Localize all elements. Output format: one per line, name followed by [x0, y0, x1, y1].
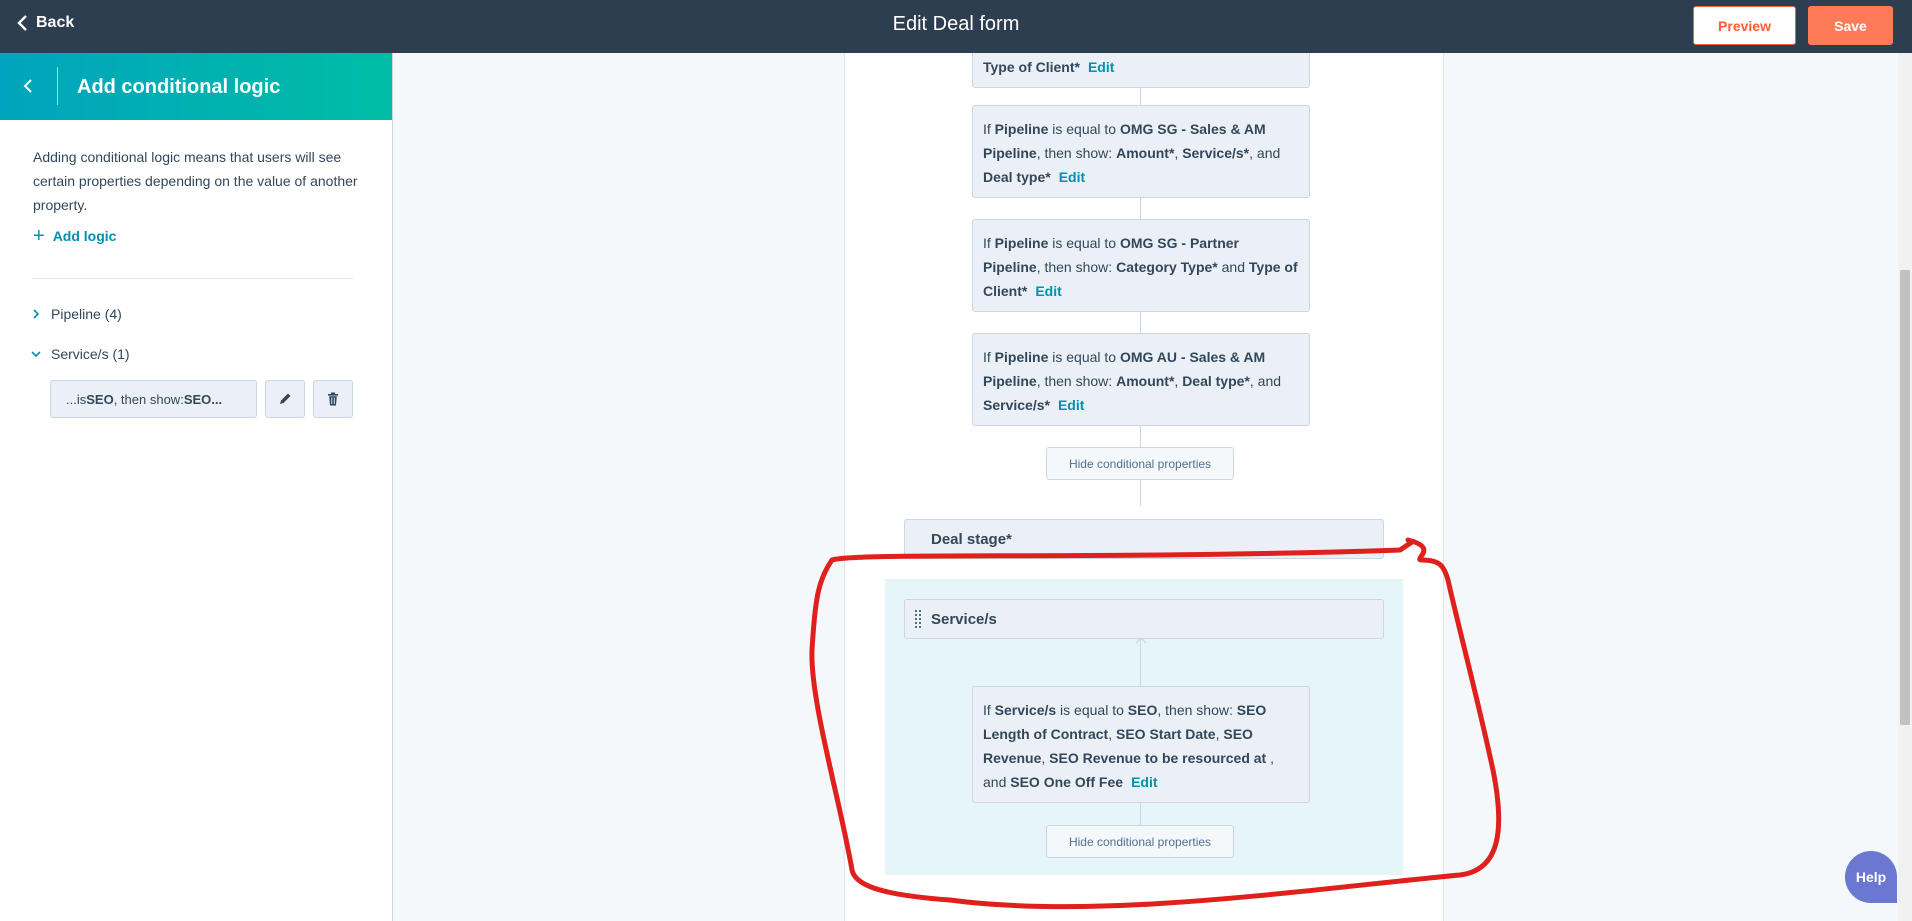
shown-property: Deal type*: [983, 169, 1051, 185]
back-label: Back: [36, 14, 75, 31]
chevron-down-icon: [31, 351, 41, 358]
edit-condition-link[interactable]: Edit: [1035, 283, 1061, 299]
shown-property: Amount*: [1116, 373, 1175, 389]
rule-prefix: ...is: [66, 391, 87, 407]
page-title: Edit Deal form: [892, 13, 1020, 35]
conditional-logic-panel: Add conditional logic Adding conditional…: [0, 53, 393, 921]
text: If: [983, 121, 995, 137]
rule-tail: SEO...: [183, 391, 223, 407]
edit-condition-link[interactable]: Edit: [1058, 397, 1084, 413]
shown-property: SEO Start Date: [1116, 726, 1216, 742]
text: is equal to: [1056, 702, 1128, 718]
header-divider: [57, 67, 58, 105]
deal-stage-property[interactable]: Deal stage*: [904, 519, 1384, 559]
back-button[interactable]: Back: [16, 14, 74, 32]
condition-field: Pipeline: [994, 235, 1049, 251]
condition-field: Pipeline: [994, 349, 1049, 365]
chevron-left-icon: [17, 15, 27, 31]
text: If: [983, 702, 995, 718]
logic-group-services[interactable]: Service/s (1): [31, 346, 130, 362]
text: is equal to: [1048, 235, 1120, 251]
hide-conditional-properties-button[interactable]: Hide conditional properties: [1046, 447, 1234, 480]
text: , then show:: [1157, 702, 1237, 718]
panel-back-icon[interactable]: [20, 75, 36, 97]
condition-card: If Pipeline is equal to OMG SG - Sales &…: [972, 105, 1310, 198]
text: and: [1217, 259, 1249, 275]
add-logic-label: Add logic: [52, 228, 117, 244]
logic-rule-chip[interactable]: ...is SEO, then show: SEO...: [50, 380, 257, 418]
condition-prop: Type of Client*: [983, 59, 1080, 75]
text: , then show:: [1036, 373, 1117, 389]
condition-card-partial: Type of Client* Edit: [972, 53, 1310, 88]
trash-icon: [328, 392, 338, 406]
edit-condition-link[interactable]: Edit: [1131, 774, 1157, 790]
panel-description: Adding conditional logic means that user…: [33, 149, 358, 213]
text: If: [983, 235, 995, 251]
divider: [33, 278, 353, 279]
condition-field: Service/s: [994, 702, 1057, 718]
preview-button[interactable]: Preview: [1693, 6, 1796, 45]
text: ,: [1108, 726, 1116, 742]
shown-property: SEO One Off Fee: [1010, 774, 1124, 790]
chevron-right-icon: [33, 309, 40, 319]
condition-card-service: If Service/s is equal to SEO, then show:…: [972, 686, 1310, 803]
text: , then show:: [1036, 259, 1117, 275]
panel-header: Add conditional logic: [0, 53, 392, 120]
edit-rule-button[interactable]: [265, 380, 305, 418]
pencil-icon: [280, 393, 291, 404]
text: is equal to: [1048, 349, 1120, 365]
condition-card: If Pipeline is equal to OMG AU - Sales &…: [972, 333, 1310, 426]
logic-group-pipeline[interactable]: Pipeline (4): [31, 306, 122, 322]
delete-rule-button[interactable]: [313, 380, 353, 418]
save-button[interactable]: Save: [1808, 6, 1893, 45]
shown-property: Service/s*: [983, 397, 1050, 413]
rule-value: SEO: [86, 391, 114, 407]
add-logic-button[interactable]: + Add logic: [33, 225, 117, 247]
edit-condition-link[interactable]: Edit: [1059, 169, 1085, 185]
text: If: [983, 349, 995, 365]
chevron-up-icon: [1135, 637, 1147, 644]
rule-middle: , then show:: [113, 391, 184, 407]
text: ,: [1041, 750, 1050, 766]
plus-icon: +: [33, 225, 45, 247]
drag-handle-icon[interactable]: [915, 610, 921, 630]
shown-property: Category Type*: [1116, 259, 1218, 275]
shown-property: Deal type*: [1182, 373, 1250, 389]
scrollbar-thumb[interactable]: [1900, 270, 1910, 725]
shown-property: Service/s*: [1182, 145, 1250, 161]
condition-value: SEO: [1127, 702, 1158, 718]
form-canvas: Type of Client* Edit If Pipeline is equal…: [394, 53, 1898, 921]
logic-group-label: Service/s (1): [51, 346, 130, 362]
help-button[interactable]: Help: [1845, 851, 1897, 903]
top-bar: Back Edit Deal form Preview Save: [0, 0, 1912, 53]
text: , then show:: [1036, 145, 1117, 161]
condition-card: If Pipeline is equal to OMG SG - Partner…: [972, 219, 1310, 312]
shown-property: SEO Revenue to be resourced at: [1049, 750, 1271, 766]
shown-property: Amount*: [1116, 145, 1175, 161]
condition-field: Pipeline: [994, 121, 1049, 137]
hide-conditional-properties-button[interactable]: Hide conditional properties: [1046, 825, 1234, 858]
logic-group-label: Pipeline (4): [51, 306, 122, 322]
text: , and: [1249, 373, 1282, 389]
text: , and: [1249, 145, 1281, 161]
text: is equal to: [1048, 121, 1120, 137]
service-property[interactable]: Service/s: [904, 599, 1384, 639]
panel-title: Add conditional logic: [77, 76, 281, 98]
edit-condition-link[interactable]: Edit: [1088, 59, 1114, 75]
service-property-label: Service/s: [931, 610, 997, 628]
